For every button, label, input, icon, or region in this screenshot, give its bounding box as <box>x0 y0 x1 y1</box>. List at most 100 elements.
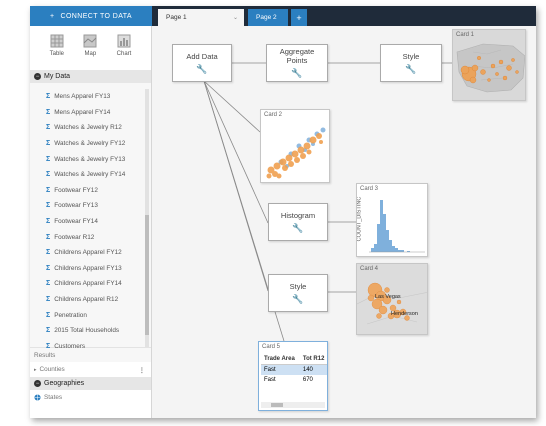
field-item[interactable]: Σ Footwear R12 <box>30 229 151 245</box>
map-city-label: Las Vegas <box>375 294 401 300</box>
states-layer-item[interactable]: States <box>30 390 151 405</box>
globe-icon <box>34 394 41 401</box>
field-item[interactable]: Σ Mens Apparel FY13 <box>30 89 151 105</box>
style-node-2[interactable]: Style 🔧 <box>268 274 328 312</box>
card-title: Card 1 <box>456 32 475 38</box>
node-label: Style <box>402 51 420 61</box>
table-row[interactable]: Fast 140 <box>261 364 327 375</box>
field-item[interactable]: Σ 2015 Total Households <box>30 323 151 339</box>
field-item[interactable]: Σ Footwear FY13 <box>30 198 151 214</box>
wrench-icon[interactable]: 🔧 <box>292 223 303 234</box>
wrench-icon[interactable]: 🔧 <box>292 294 303 305</box>
tab-label: Page 1 <box>166 14 187 21</box>
table-row[interactable]: Fast 670 <box>261 375 327 385</box>
wrench-icon[interactable]: 🔧 <box>196 64 207 75</box>
table-cell: 140 <box>299 364 327 375</box>
my-data-header[interactable]: − My Data <box>30 70 151 83</box>
field-item[interactable]: Σ Customers <box>30 339 151 355</box>
counties-label: Counties <box>39 366 65 373</box>
table-cell: Fast <box>264 377 276 383</box>
viz-label: Chart <box>116 51 132 57</box>
card-3[interactable]: Card 3 COUNT_DISTINC <box>356 183 428 257</box>
field-label: Childrens Apparel FY14 <box>54 280 122 288</box>
scatter-thumbnail <box>266 127 326 179</box>
chevron-down-icon[interactable]: ⌄ <box>233 14 238 21</box>
field-item[interactable]: Σ Mens Apparel FY14 <box>30 105 151 121</box>
states-label: States <box>44 394 63 401</box>
aggregate-points-node[interactable]: Aggregate Points 🔧 <box>266 44 328 82</box>
tab-page-1[interactable]: Page 1 ⌄ <box>158 9 244 26</box>
app-window: + CONNECT TO DATA Page 1 ⌄ Page 2 + Tabl… <box>30 6 536 418</box>
card-2[interactable]: Card 2 <box>260 109 330 183</box>
card-4[interactable]: Card 4 Las Vegas Henderson <box>356 263 428 335</box>
histogram-thumbnail <box>369 200 425 253</box>
sigma-icon: Σ <box>46 296 51 304</box>
scrollbar-thumb[interactable] <box>145 215 149 335</box>
more-options-icon[interactable]: ⋮ <box>139 366 145 374</box>
field-item[interactable]: Σ Watches & Jewelry FY12 <box>30 136 151 152</box>
caret-right-icon[interactable]: ▸ <box>34 367 37 373</box>
scrollbar-thumb[interactable] <box>271 403 283 407</box>
counties-layer-item[interactable]: ▸ Counties ⋮ <box>30 362 151 377</box>
field-item[interactable]: Σ Footwear FY12 <box>30 183 151 199</box>
field-label: Penetration <box>54 311 87 319</box>
field-label: Childrens Apparel R12 <box>54 296 119 304</box>
card-1[interactable]: Card 1 <box>452 29 526 101</box>
field-item[interactable]: Σ Watches & Jewelry R12 <box>30 120 151 136</box>
analysis-canvas[interactable]: Add Data 🔧 Aggregate Points 🔧 Style 🔧 Hi… <box>152 26 536 418</box>
field-item[interactable]: Σ Watches & Jewelry FY14 <box>30 167 151 183</box>
map-city-label: Henderson <box>391 311 418 317</box>
chart-viz-button[interactable]: Chart <box>116 34 132 70</box>
connect-label: CONNECT TO DATA <box>60 12 132 20</box>
field-item[interactable]: Σ Childrens Apparel FY12 <box>30 245 151 261</box>
column-header[interactable]: Trade Area <box>261 354 300 365</box>
collapse-icon[interactable]: − <box>34 73 41 80</box>
collapse-icon[interactable]: − <box>34 380 41 387</box>
node-label: Histogram <box>280 210 316 220</box>
table-header-row: Trade Area Tot R12 <box>261 354 327 365</box>
field-label: Mens Apparel FY14 <box>54 108 111 116</box>
geographies-label: Geographies <box>44 380 85 387</box>
sigma-icon: Σ <box>46 311 51 319</box>
data-table: Trade Area Tot R12 Fast 140 Fast 670 <box>261 354 327 385</box>
sigma-icon: Σ <box>46 93 51 101</box>
geographies-header[interactable]: − Geographies <box>30 377 151 390</box>
tab-page-2[interactable]: Page 2 <box>248 9 288 26</box>
sigma-icon: Σ <box>46 140 51 148</box>
style-node[interactable]: Style 🔧 <box>380 44 442 82</box>
wrench-icon[interactable]: 🔧 <box>291 68 302 79</box>
field-label: Footwear FY13 <box>54 202 98 210</box>
sidebar: Table Map Chart − My Data Σ Mens Apparel … <box>30 26 152 418</box>
field-label: Childrens Apparel FY12 <box>54 249 122 257</box>
wrench-icon[interactable]: 🔧 <box>405 64 416 75</box>
field-item[interactable]: Σ Watches & Jewelry FY13 <box>30 151 151 167</box>
field-label: Customers <box>54 342 86 350</box>
node-label: Aggregate Points <box>279 47 315 65</box>
field-item[interactable]: Σ Childrens Apparel R12 <box>30 292 151 308</box>
field-list-scrollbar[interactable] <box>145 89 149 347</box>
field-label: Watches & Jewelry FY14 <box>54 171 126 179</box>
connect-to-data-button[interactable]: + CONNECT TO DATA <box>30 6 152 26</box>
table-viz-button[interactable]: Table <box>50 34 64 70</box>
sigma-icon: Σ <box>46 202 51 210</box>
column-header[interactable]: Tot R12 <box>299 354 327 365</box>
field-list: Σ Mens Apparel FY13 Σ Mens Apparel FY14 ΣW… <box>30 83 151 350</box>
histogram-node[interactable]: Histogram 🔧 <box>268 203 328 241</box>
card-title: Card 5 <box>262 344 281 350</box>
field-item[interactable]: Σ Childrens Apparel FY14 <box>30 276 151 292</box>
add-data-node[interactable]: Add Data 🔧 <box>172 44 232 82</box>
field-label: Mens Apparel FY13 <box>54 93 111 101</box>
sigma-icon: Σ <box>46 155 51 163</box>
field-label: Footwear FY12 <box>54 186 98 194</box>
card-title: Card 4 <box>360 266 379 272</box>
field-item[interactable]: Σ Penetration <box>30 307 151 323</box>
field-label: Footwear R12 <box>54 233 95 241</box>
map-viz-button[interactable]: Map <box>83 34 97 70</box>
field-label: Footwear FY14 <box>54 218 98 226</box>
sigma-icon: Σ <box>46 186 51 194</box>
table-horizontal-scrollbar[interactable] <box>261 402 325 408</box>
field-item[interactable]: Σ Footwear FY14 <box>30 214 151 230</box>
add-tab-button[interactable]: + <box>291 9 307 26</box>
card-5[interactable]: Card 5 Trade Area Tot R12 Fast 140 Fast <box>258 341 328 411</box>
field-item[interactable]: Σ Childrens Apparel FY13 <box>30 261 151 277</box>
